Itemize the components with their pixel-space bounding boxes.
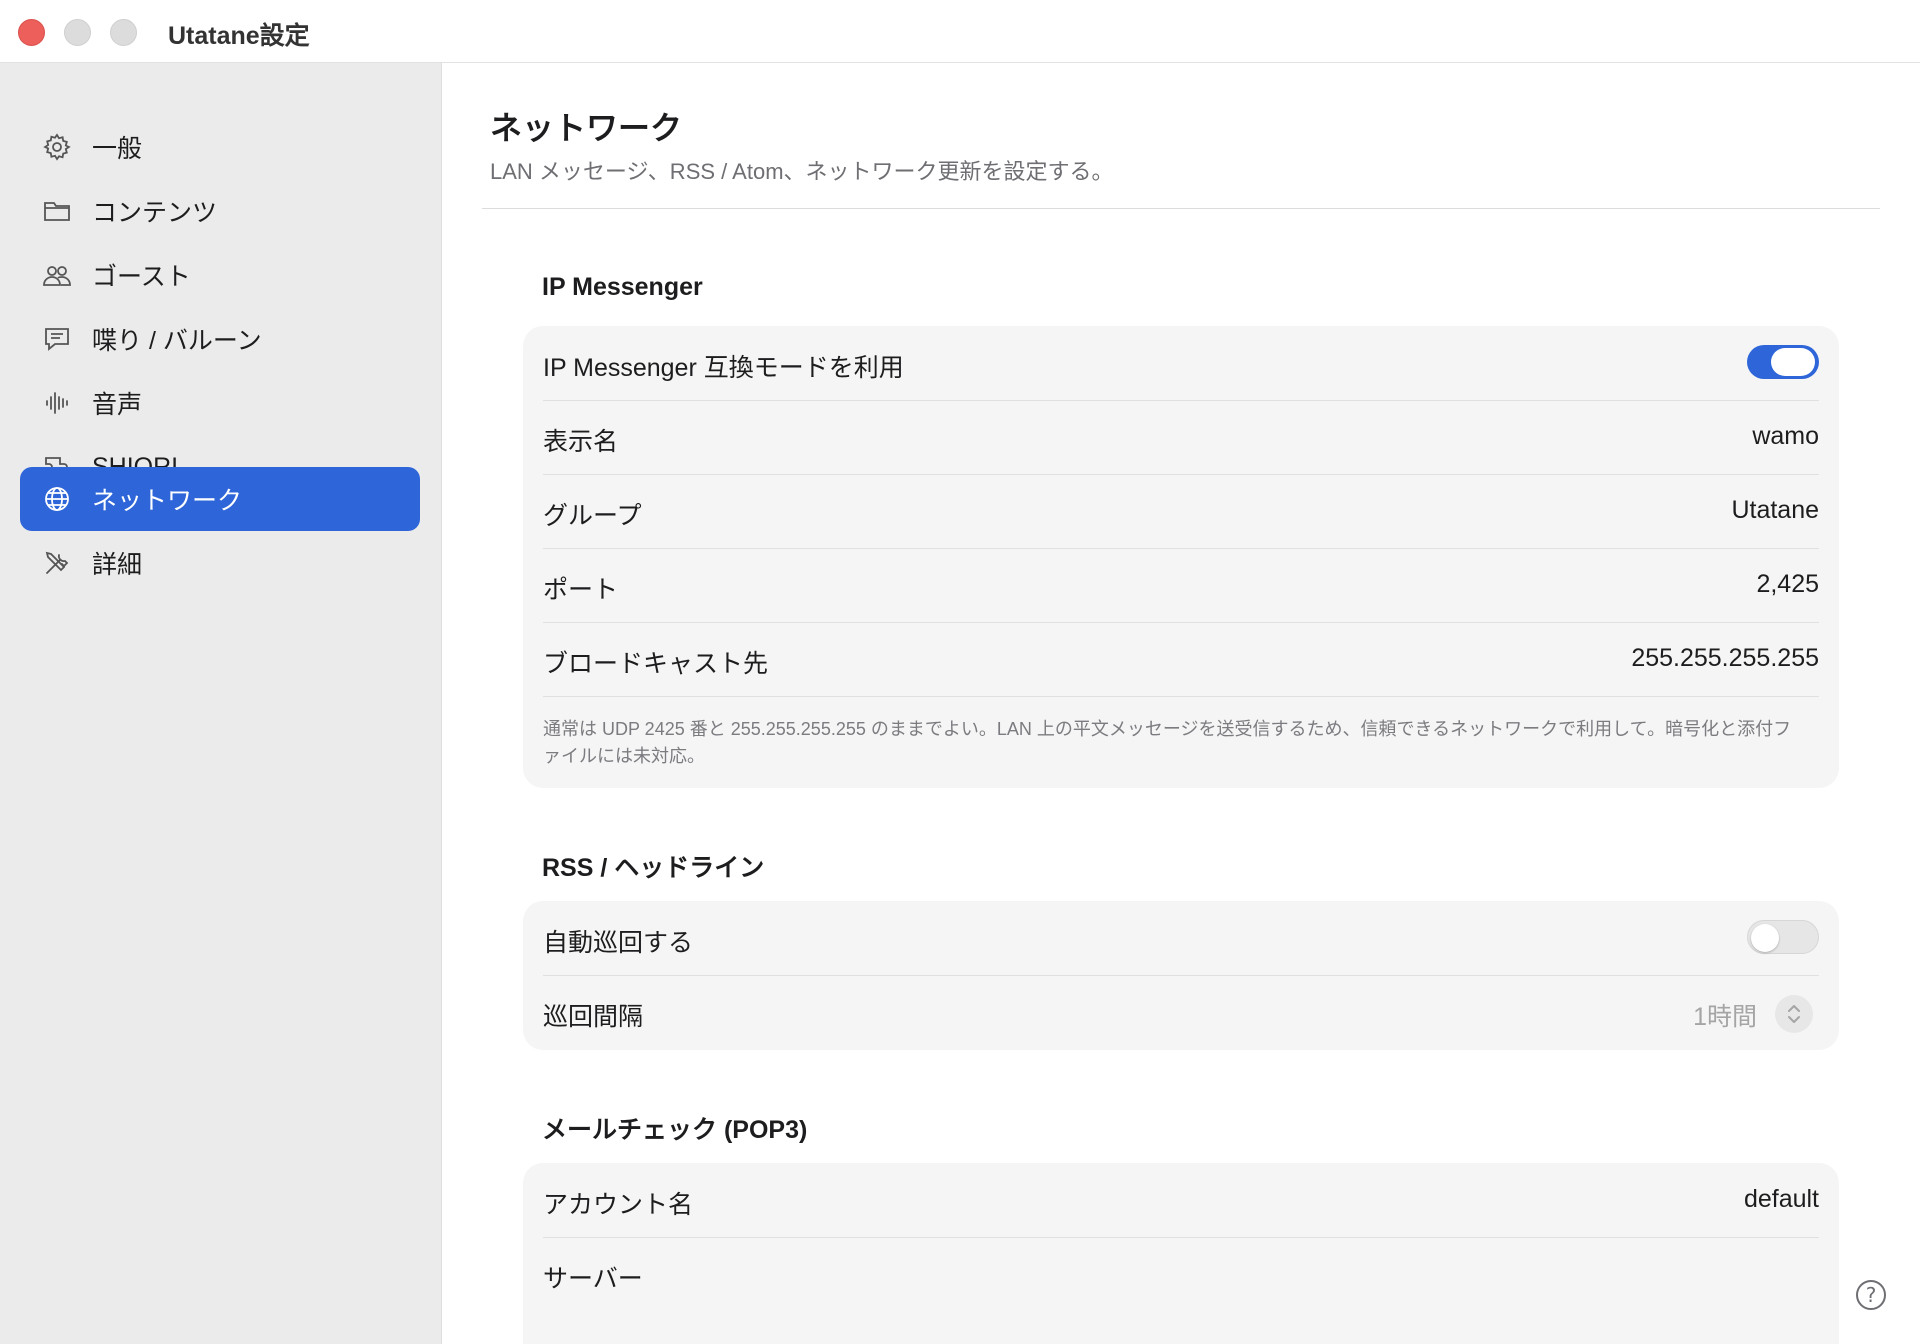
minimize-window-button[interactable]	[64, 19, 91, 46]
main-content: ネットワーク LAN メッセージ、RSS / Atom、ネットワーク更新を設定す…	[442, 63, 1920, 1344]
gear-icon	[42, 132, 72, 162]
zoom-window-button[interactable]	[110, 19, 137, 46]
section-title-mail: メールチェック (POP3)	[542, 1116, 808, 1144]
row-label: 表示名	[543, 428, 619, 456]
port-field[interactable]: 2,425	[1756, 570, 1819, 599]
patrol-interval-stepper[interactable]	[1775, 995, 1813, 1033]
ip-messenger-card: IP Messenger 互換モードを利用 表示名 wamo グループ Utat…	[523, 326, 1839, 788]
group-row: グループ Utatane	[543, 474, 1819, 548]
sidebar-item-balloon[interactable]: 喋り / バルーン	[20, 307, 420, 371]
sidebar-item-label: 喋り / バルーン	[92, 327, 262, 355]
toggle-knob	[1751, 924, 1779, 952]
row-label: 巡回間隔	[543, 1003, 644, 1031]
settings-window: Utatane設定 一般 コンテンツ ゴースト 喋り / バルーン 音声 ネット…	[0, 0, 1920, 1344]
ip-messenger-compat-row: IP Messenger 互換モードを利用	[543, 326, 1819, 400]
row-label: サーバー	[543, 1265, 643, 1293]
chevron-up-down-icon	[1788, 1005, 1800, 1023]
row-divider	[543, 696, 1819, 697]
globe-icon	[42, 484, 72, 514]
mail-card: アカウント名 default サーバー	[523, 1163, 1839, 1344]
waveform-icon	[42, 388, 72, 418]
port-row: ポート 2,425	[543, 548, 1819, 622]
auto-patrol-row: 自動巡回する	[543, 901, 1819, 975]
patrol-interval-row: 巡回間隔 1時間	[543, 975, 1819, 1050]
sidebar-item-label: ネットワーク	[92, 487, 243, 515]
patrol-interval-value: 1時間	[1693, 1003, 1757, 1031]
section-title-rss: RSS / ヘッドライン	[542, 854, 765, 882]
rss-card: 自動巡回する 巡回間隔 1時間	[523, 901, 1839, 1050]
row-label: アカウント名	[543, 1191, 694, 1219]
row-label: ポート	[543, 576, 619, 604]
window-title: Utatane設定	[168, 22, 310, 50]
sidebar-item-label: ゴースト	[92, 263, 191, 291]
sidebar-item-network[interactable]: ネットワーク	[20, 467, 420, 531]
people-icon	[42, 260, 72, 290]
auto-patrol-toggle[interactable]	[1747, 920, 1819, 954]
display-name-field[interactable]: wamo	[1752, 422, 1819, 451]
broadcast-row: ブロードキャスト先 255.255.255.255	[543, 622, 1819, 696]
group-field[interactable]: Utatane	[1731, 496, 1819, 525]
ip-messenger-compat-toggle[interactable]	[1747, 345, 1819, 379]
header-divider	[482, 208, 1880, 209]
sidebar-item-contents[interactable]: コンテンツ	[20, 179, 420, 243]
account-name-field[interactable]: default	[1744, 1185, 1819, 1214]
sidebar-item-voice[interactable]: 音声	[20, 371, 420, 435]
title-bar: Utatane設定	[0, 0, 1920, 63]
close-window-button[interactable]	[18, 19, 45, 46]
row-label: ブロードキャスト先	[543, 650, 769, 678]
row-label: 自動巡回する	[543, 929, 694, 957]
sidebar-item-advanced[interactable]: 詳細	[20, 531, 420, 595]
sidebar-item-label: コンテンツ	[92, 199, 218, 227]
row-label: グループ	[543, 502, 642, 530]
speech-bubble-icon	[42, 324, 72, 354]
account-name-row: アカウント名 default	[543, 1163, 1819, 1237]
help-button[interactable]: ?	[1856, 1280, 1886, 1310]
sidebar-item-ghost[interactable]: ゴースト	[20, 243, 420, 307]
server-row: サーバー	[543, 1237, 1819, 1311]
toggle-knob	[1771, 348, 1815, 376]
page-title: ネットワーク	[490, 110, 683, 146]
sidebar-item-label: 音声	[92, 391, 143, 419]
row-label: IP Messenger 互換モードを利用	[543, 354, 904, 382]
section-title-ip-messenger: IP Messenger	[542, 273, 703, 301]
sidebar-item-general[interactable]: 一般	[20, 115, 420, 179]
display-name-row: 表示名 wamo	[543, 400, 1819, 474]
folder-icon	[42, 196, 72, 226]
page-subtitle: LAN メッセージ、RSS / Atom、ネットワーク更新を設定する。	[490, 159, 1114, 184]
sidebar-item-label: 詳細	[92, 551, 143, 579]
broadcast-field[interactable]: 255.255.255.255	[1631, 644, 1819, 673]
sidebar: 一般 コンテンツ ゴースト 喋り / バルーン 音声 ネットワーク 詳細	[0, 63, 442, 1344]
ip-messenger-note: 通常は UDP 2425 番と 255.255.255.255 のままでよい。L…	[543, 719, 1792, 766]
tools-icon	[42, 548, 72, 578]
sidebar-item-label: 一般	[92, 135, 143, 163]
